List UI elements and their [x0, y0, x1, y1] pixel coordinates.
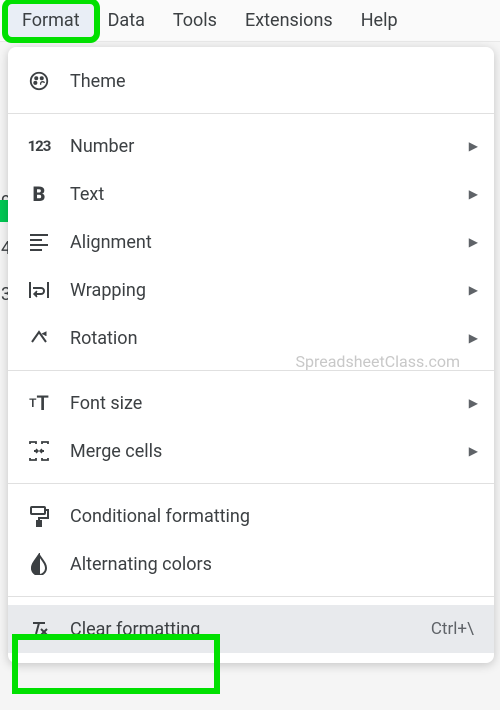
- palette-icon: [26, 68, 52, 94]
- menu-item-conditional-formatting[interactable]: Conditional formatting: [8, 492, 494, 540]
- menu-help[interactable]: Help: [347, 4, 412, 37]
- keyboard-shortcut: Ctrl+\: [431, 619, 474, 639]
- chevron-right-icon: ▶: [469, 235, 478, 249]
- chevron-right-icon: ▶: [469, 444, 478, 458]
- menubar: Format Data Tools Extensions Help: [0, 0, 500, 42]
- menu-label: Number: [70, 136, 469, 157]
- menu-item-font-size[interactable]: TT Font size ▶: [8, 379, 494, 427]
- chevron-right-icon: ▶: [469, 187, 478, 201]
- droplet-icon: [26, 551, 52, 577]
- chevron-right-icon: ▶: [469, 139, 478, 153]
- menu-item-number[interactable]: 123 Number ▶: [8, 122, 494, 170]
- bold-icon: B: [26, 181, 52, 207]
- menu-label: Font size: [70, 393, 469, 414]
- align-icon: [26, 229, 52, 255]
- menu-label: Alternating colors: [70, 554, 478, 575]
- menu-item-merge-cells[interactable]: Merge cells ▶: [8, 427, 494, 475]
- paint-roller-icon: [26, 503, 52, 529]
- menu-item-alternating-colors[interactable]: Alternating colors: [8, 540, 494, 588]
- chevron-right-icon: ▶: [469, 331, 478, 345]
- selected-cell-edge: [0, 200, 8, 222]
- menu-item-text[interactable]: B Text ▶: [8, 170, 494, 218]
- number-icon: 123: [26, 133, 52, 159]
- menu-item-rotation[interactable]: Rotation ▶: [8, 314, 494, 362]
- menu-label: Conditional formatting: [70, 506, 478, 527]
- menu-item-theme[interactable]: Theme: [8, 57, 494, 105]
- clear-format-icon: [26, 616, 52, 642]
- chevron-right-icon: ▶: [469, 396, 478, 410]
- menu-label: Text: [70, 184, 469, 205]
- menu-item-clear-formatting[interactable]: Clear formatting Ctrl+\: [8, 605, 494, 653]
- divider: [8, 596, 494, 597]
- chevron-right-icon: ▶: [469, 283, 478, 297]
- format-dropdown: Theme 123 Number ▶ B Text ▶ Alignment ▶ …: [8, 47, 494, 663]
- menu-item-wrapping[interactable]: Wrapping ▶: [8, 266, 494, 314]
- menu-label: Wrapping: [70, 280, 469, 301]
- menu-label: Clear formatting: [70, 619, 431, 640]
- menu-label: Merge cells: [70, 441, 469, 462]
- font-size-icon: TT: [26, 390, 52, 416]
- rotation-icon: [26, 325, 52, 351]
- divider: [8, 113, 494, 114]
- divider: [8, 483, 494, 484]
- wrap-icon: [26, 277, 52, 303]
- menu-item-alignment[interactable]: Alignment ▶: [8, 218, 494, 266]
- menu-label: Theme: [70, 71, 478, 92]
- menu-extensions[interactable]: Extensions: [231, 4, 347, 37]
- menu-label: Alignment: [70, 232, 469, 253]
- divider: [8, 370, 494, 371]
- menu-format[interactable]: Format: [8, 4, 94, 37]
- menu-tools[interactable]: Tools: [159, 4, 231, 37]
- merge-icon: [26, 438, 52, 464]
- menu-label: Rotation: [70, 328, 469, 349]
- menu-data[interactable]: Data: [94, 4, 159, 37]
